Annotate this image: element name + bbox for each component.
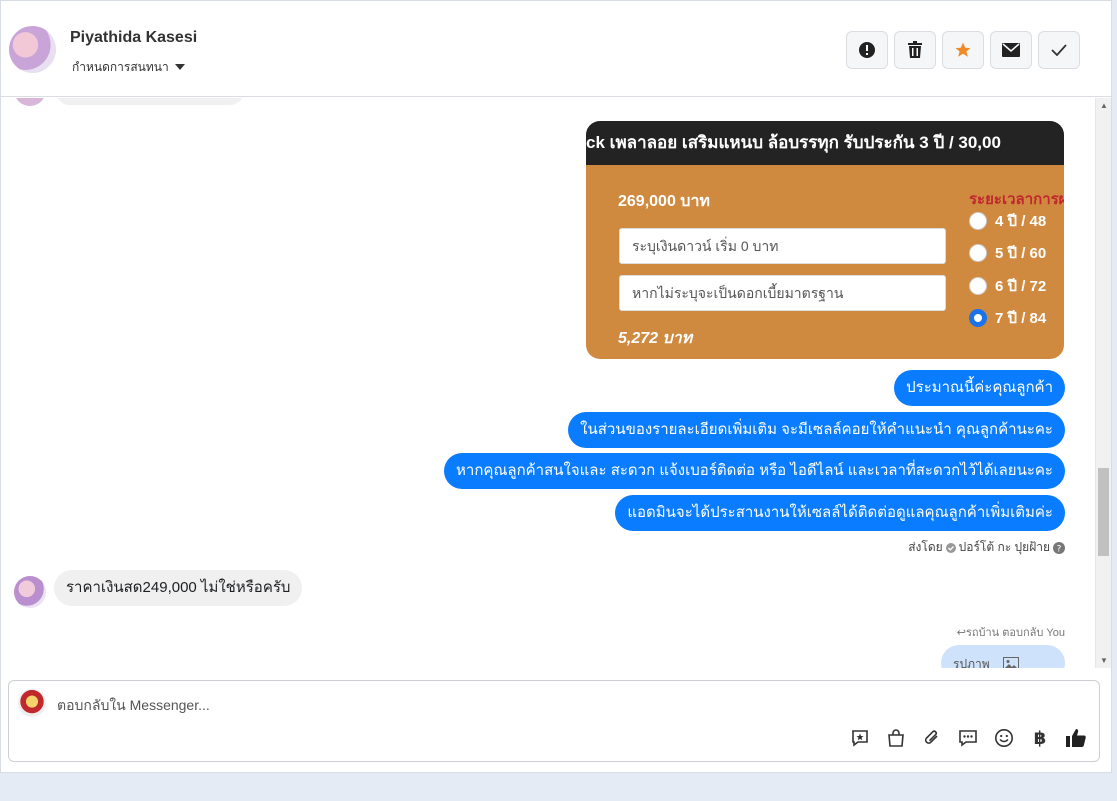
image-message[interactable]: ck เพลาลอย เสริมแหนบ ล้อบรรทุก รับประกัน… [586,121,1064,359]
envelope-icon [1002,43,1020,57]
emoji-button[interactable] [993,727,1015,749]
image-period-title: ระยะเวลาการผ [969,191,1064,208]
down-payment-field: ระบุเงินดาวน์ เริ่ม 0 บาท [619,228,946,264]
contact-avatar[interactable] [9,26,56,73]
period-option-label: 7 ปี / 84 [995,310,1047,327]
message-composer[interactable]: ตอบกลับใน Messenger... ฿ [8,680,1100,762]
verified-icon [945,542,956,553]
scroll-down-arrow-icon[interactable]: ▼ [1100,656,1108,665]
period-option-label: 4 ปี / 48 [995,213,1047,230]
image-monthly-payment: 5,272 บาท [618,330,693,347]
saved-reply-button[interactable] [849,727,871,749]
reply-input[interactable]: ตอบกลับใน Messenger... [57,695,210,717]
attach-icon [924,730,938,744]
report-icon [859,42,875,58]
period-option: 4 ปี / 48 [969,209,1046,233]
emoji-icon [995,729,1013,747]
period-option-label: 5 ปี / 60 [995,245,1047,262]
message-thread: ck เพลาลอย เสริมแหนบ ล้อบรรทุก รับประกัน… [1,98,1095,668]
avatar [14,98,46,106]
outgoing-message[interactable]: แอดมินจะได้ประสานงานให้เซลล์ได้ติดต่อดูแ… [615,495,1065,531]
page-avatar [18,689,46,717]
image-banner: ck เพลาลอย เสริมแหนบ ล้อบรรทุก รับประกัน… [586,121,1064,165]
radio-icon [969,212,987,230]
like-icon [1066,729,1086,747]
sent-by-line: ส่งโดย ปอร์โต้ กะ ปุยฝ้าย ? [908,538,1065,557]
period-option: 5 ปี / 60 [969,241,1046,265]
chat-button[interactable] [957,727,979,749]
thread-scrollbar[interactable]: ▲ ▼ [1095,98,1111,668]
reply-note-text: รถบ้าน ตอบกลับ You [965,627,1065,639]
delete-button[interactable] [894,31,936,69]
reply-preview-bubble[interactable]: รูปภาพ [941,645,1065,668]
conversation-header: Piyathida Kasesi กำหนดการสนทนา [1,1,1111,97]
help-icon[interactable]: ? [1053,541,1065,554]
trash-icon [908,41,922,58]
email-button[interactable] [990,31,1032,69]
radio-icon [969,244,987,262]
image-price: 269,000 บาท [618,193,710,210]
star-button[interactable] [942,31,984,69]
reply-preview-text: รูปภาพ [953,657,990,668]
outgoing-message[interactable]: หากคุณลูกค้าสนใจและ สะดวก แจ้งเบอร์ติดต่… [444,453,1065,489]
check-icon [1051,44,1067,56]
chat-icon [959,730,977,747]
image-icon [1002,657,1019,668]
conversation-status[interactable]: กำหนดการสนทนา [72,58,185,77]
incoming-message[interactable]: ราคาเงินสด249,000 ไม่ใช่หรือครับ [54,570,303,606]
reply-note: ↩รถบ้าน ตอบกลับ You [957,623,1065,641]
outgoing-message[interactable]: ประมาณนี้ค่ะคุณลูกค้า [894,370,1065,406]
contact-name[interactable]: Piyathida Kasesi [70,29,197,47]
like-button[interactable] [1065,727,1087,749]
conversation-status-label: กำหนดการสนทนา [72,60,169,74]
saved-reply-icon [852,730,868,747]
svg-text:?: ? [1057,544,1062,554]
scroll-up-arrow-icon[interactable]: ▲ [1100,101,1108,110]
period-option-label: 6 ปี / 72 [995,278,1047,295]
outgoing-message[interactable]: ในส่วนของรายละเอียดเพิ่มเติม จะมีเซลล์คอ… [568,412,1065,448]
reply-arrow-icon: ↩ [956,627,966,639]
sent-by-prefix: ส่งโดย [908,540,943,554]
star-icon [955,42,971,57]
contact-avatar-small [14,576,46,608]
sent-by-name: ปอร์โต้ กะ ปุยฝ้าย [958,540,1050,554]
interest-field: หากไม่ระบุจะเป็นดอกเบี้ยมาตรฐาน [619,275,946,311]
scroll-thumb[interactable] [1098,468,1109,556]
messenger-window: Piyathida Kasesi กำหนดการสนทนา ck เพลาลอ… [0,0,1112,773]
radio-selected-icon [969,309,987,327]
attach-button[interactable] [921,727,943,749]
composer-tools: ฿ [849,727,1087,749]
previous-message-bubble [56,98,244,105]
header-actions [846,31,1080,69]
radio-icon [969,277,987,295]
mark-done-button[interactable] [1038,31,1080,69]
shop-icon [888,729,904,747]
baht-icon[interactable]: ฿ [1029,727,1051,749]
shop-button[interactable] [885,727,907,749]
report-button[interactable] [846,31,888,69]
period-option: 6 ปี / 72 [969,274,1046,298]
period-option: 7 ปี / 84 [969,306,1046,330]
chevron-down-icon [174,64,185,70]
